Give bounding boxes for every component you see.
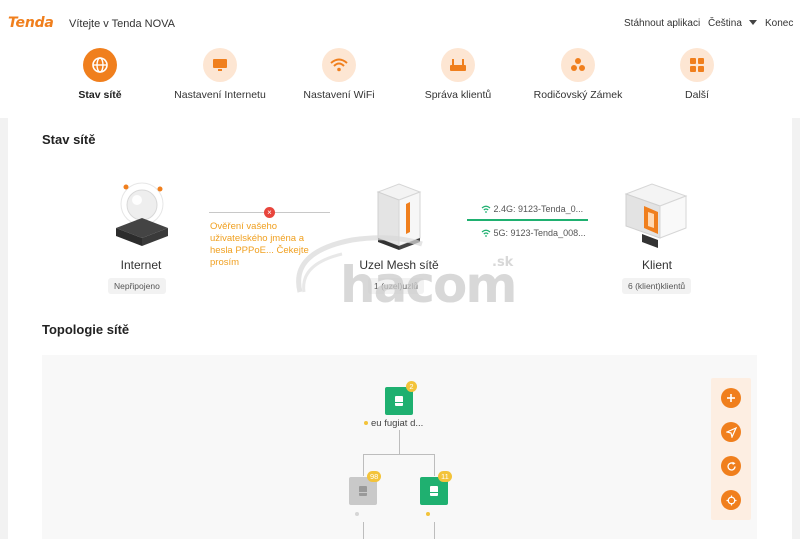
topology-title: Topologie sítě xyxy=(42,322,130,337)
mesh-node-icon xyxy=(395,396,403,406)
error-icon: × xyxy=(264,207,275,218)
locate-button[interactable] xyxy=(721,490,741,510)
wifi-icon xyxy=(322,48,356,82)
chevron-down-icon xyxy=(748,20,757,25)
root-node-label: eu fugiat d... xyxy=(371,418,424,429)
nav-wifi-settings[interactable]: Nastavení WiFi xyxy=(284,48,394,104)
refresh-button[interactable] xyxy=(721,456,741,476)
locate-icon xyxy=(726,495,736,505)
client-count-badge: 6 (klient)klientů xyxy=(622,278,692,294)
wifi-icon xyxy=(481,205,491,213)
wifi-24-label: 2.4G: 9123-Tenda_0... xyxy=(493,204,584,214)
topology-link xyxy=(363,454,364,476)
nav-label: Stav sítě xyxy=(78,89,122,101)
send-button[interactable] xyxy=(721,422,741,442)
nav-internet-settings[interactable]: Nastavení Internetu xyxy=(165,48,275,104)
nav-label: Nastavení Internetu xyxy=(174,89,266,101)
nav-label: Rodičovský Zámek xyxy=(533,89,623,101)
language-value: Čeština xyxy=(708,18,742,29)
internet-status-badge: Nepřipojeno xyxy=(108,278,166,294)
tenda-logo[interactable]: Tenda xyxy=(8,15,54,31)
globe-icon xyxy=(83,48,117,82)
network-status-title: Stav sítě xyxy=(42,132,96,147)
mesh-node-icon xyxy=(359,486,367,496)
router-icon xyxy=(441,48,475,82)
pppoe-warning: Ověření vašeho uživatelského jména a hes… xyxy=(210,221,309,268)
internet-label: Internet xyxy=(120,258,162,272)
monitor-icon xyxy=(203,48,237,82)
language-select[interactable]: Čeština xyxy=(708,18,757,29)
family-icon xyxy=(561,48,595,82)
nav-more[interactable]: Další xyxy=(642,48,752,104)
connection-line-active xyxy=(467,219,588,221)
logout-link[interactable]: Konec xyxy=(765,18,793,29)
welcome-text: Vítejte v Tenda NOVA xyxy=(69,18,175,30)
add-icon xyxy=(727,394,735,402)
status-dot xyxy=(364,421,368,425)
status-dot xyxy=(355,512,359,516)
nav-client-management[interactable]: Správa klientů xyxy=(403,48,513,104)
nav-label: Správa klientů xyxy=(424,89,492,101)
wifi-24-ssid: 2.4G: 9123-Tenda_0... xyxy=(481,204,583,214)
status-dot xyxy=(426,512,430,516)
top-bar: Tenda Vítejte v Tenda NOVA Stáhnout apli… xyxy=(0,0,800,118)
nav-label: Další xyxy=(685,89,709,101)
root-node-badge: 2 xyxy=(406,381,417,392)
download-app-link[interactable]: Stáhnout aplikaci xyxy=(624,18,700,29)
topology-link xyxy=(399,430,400,454)
internet-globe-icon xyxy=(110,180,174,248)
wifi-icon xyxy=(481,229,491,237)
client-label: Klient xyxy=(641,258,673,272)
nav-label: Nastavení WiFi xyxy=(303,89,375,101)
child-node-badge: 98 xyxy=(367,471,382,482)
topology-toolbar xyxy=(711,378,751,520)
topology-link xyxy=(363,522,364,539)
mesh-node-icon[interactable] xyxy=(376,182,422,250)
wifi-5-ssid: 5G: 9123-Tenda_008... xyxy=(481,228,586,238)
topology-link xyxy=(434,454,435,476)
topology-link xyxy=(363,454,435,455)
refresh-icon xyxy=(726,461,736,471)
nav-network-status[interactable]: Stav sítě xyxy=(45,48,155,104)
grid-icon xyxy=(680,48,714,82)
wifi-5-label: 5G: 9123-Tenda_008... xyxy=(493,228,586,238)
mesh-node-label: Uzel Mesh sítě xyxy=(359,258,439,272)
client-devices-icon[interactable] xyxy=(622,182,690,250)
nav-parental-control[interactable]: Rodičovský Zámek xyxy=(523,48,633,104)
mesh-node-icon xyxy=(430,486,438,496)
mesh-count-badge: 1 (uzel)uzlů xyxy=(368,278,424,294)
send-icon xyxy=(725,426,737,438)
add-node-button[interactable] xyxy=(721,388,741,408)
child-node-badge: 11 xyxy=(438,471,452,482)
topology-link xyxy=(434,522,435,539)
